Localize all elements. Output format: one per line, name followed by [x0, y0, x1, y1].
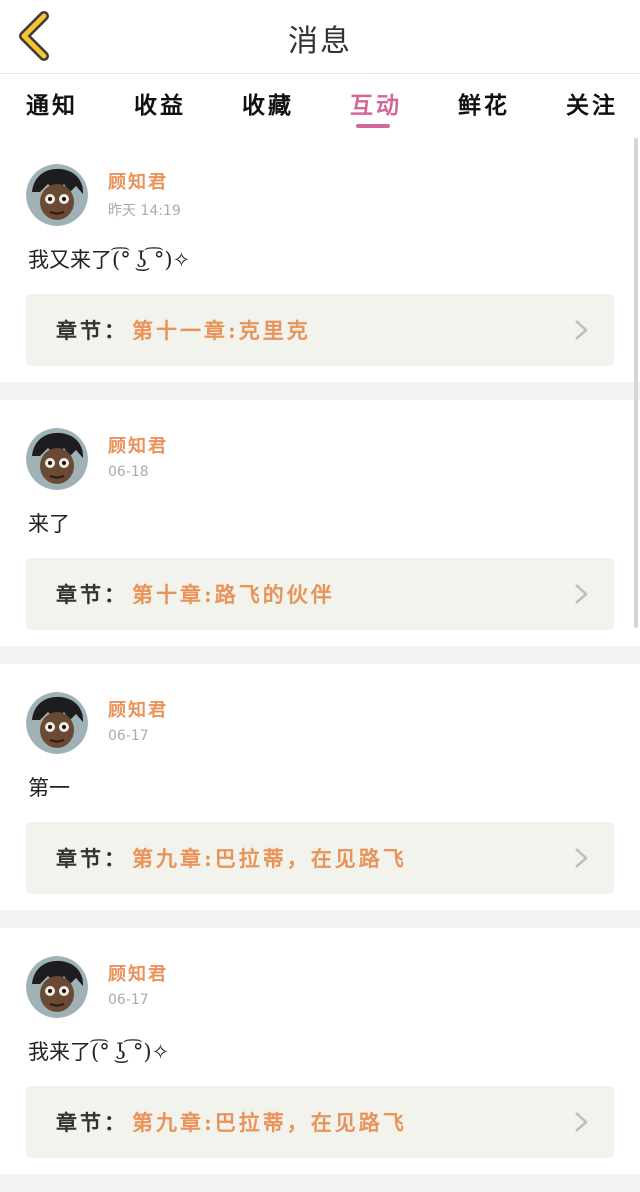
- tab-interactions[interactable]: 互动: [350, 86, 402, 120]
- tab-bar: 通知 收益 收藏 互动 鲜花 关注: [0, 74, 640, 136]
- avatar[interactable]: [26, 428, 88, 490]
- tab-follows[interactable]: 关注: [566, 86, 618, 120]
- chevron-right-icon: [575, 320, 588, 340]
- timestamp: 06-17: [108, 728, 149, 744]
- username[interactable]: 顾知君: [108, 696, 168, 722]
- chapter-label: 章节：: [56, 318, 128, 343]
- avatar[interactable]: [26, 692, 88, 754]
- timestamp: 昨天 14:19: [108, 203, 181, 219]
- timestamp: 06-17: [108, 992, 149, 1008]
- avatar[interactable]: [26, 956, 88, 1018]
- chapter-link[interactable]: 章节： 第十一章:克里克: [26, 294, 614, 366]
- comment-text: 第一: [28, 776, 70, 800]
- chevron-right-icon: [575, 1112, 588, 1132]
- chapter-title: 第十一章:克里克: [132, 318, 311, 343]
- chapter-link[interactable]: 章节： 第九章:巴拉蒂，在见路飞: [26, 822, 614, 894]
- message-card: 顾知君 06-17 我来了(͡° ͜ʖ ͡°)✧ 章节： 第九章:巴拉蒂，在见路…: [0, 928, 640, 1174]
- chevron-right-icon: [575, 584, 588, 604]
- message-card: 顾知君 06-18 来了 章节： 第十章:路飞的伙伴: [0, 400, 640, 646]
- chapter-link[interactable]: 章节： 第十章:路飞的伙伴: [26, 558, 614, 630]
- username[interactable]: 顾知君: [108, 168, 168, 194]
- chapter-label: 章节：: [56, 1110, 128, 1135]
- comment-text: 我来了(͡° ͜ʖ ͡°)✧: [28, 1040, 170, 1064]
- avatar[interactable]: [26, 164, 88, 226]
- message-card: 顾知君 昨天 14:19 我又来了(͡° ͜ʖ ͡°)✧ 章节： 第十一章:克里…: [0, 136, 640, 382]
- chapter-title: 第九章:巴拉蒂，在见路飞: [132, 846, 407, 871]
- timestamp: 06-18: [108, 464, 149, 480]
- chapter-title: 第九章:巴拉蒂，在见路飞: [132, 1110, 407, 1135]
- chevron-right-icon: [575, 848, 588, 868]
- username[interactable]: 顾知君: [108, 960, 168, 986]
- tab-notifications[interactable]: 通知: [26, 86, 78, 120]
- comment-text: 我又来了(͡° ͜ʖ ͡°)✧: [28, 248, 191, 272]
- page-title: 消息: [288, 24, 352, 59]
- username[interactable]: 顾知君: [108, 432, 168, 458]
- scrollbar[interactable]: [634, 138, 638, 628]
- tab-flowers[interactable]: 鲜花: [458, 86, 510, 120]
- tab-earnings[interactable]: 收益: [134, 86, 186, 120]
- message-list[interactable]: 顾知君 昨天 14:19 我又来了(͡° ͜ʖ ͡°)✧ 章节： 第十一章:克里…: [0, 136, 640, 1192]
- top-bar: 消息: [0, 0, 640, 74]
- chapter-title: 第十章:路飞的伙伴: [132, 582, 335, 607]
- comment-text: 来了: [28, 512, 70, 536]
- tab-favorites[interactable]: 收藏: [242, 86, 294, 120]
- chapter-link[interactable]: 章节： 第九章:巴拉蒂，在见路飞: [26, 1086, 614, 1158]
- message-card: 顾知君 06-17 第一 章节： 第九章:巴拉蒂，在见路飞: [0, 664, 640, 910]
- active-tab-indicator: [356, 124, 390, 128]
- chapter-label: 章节：: [56, 582, 128, 607]
- chapter-label: 章节：: [56, 846, 128, 871]
